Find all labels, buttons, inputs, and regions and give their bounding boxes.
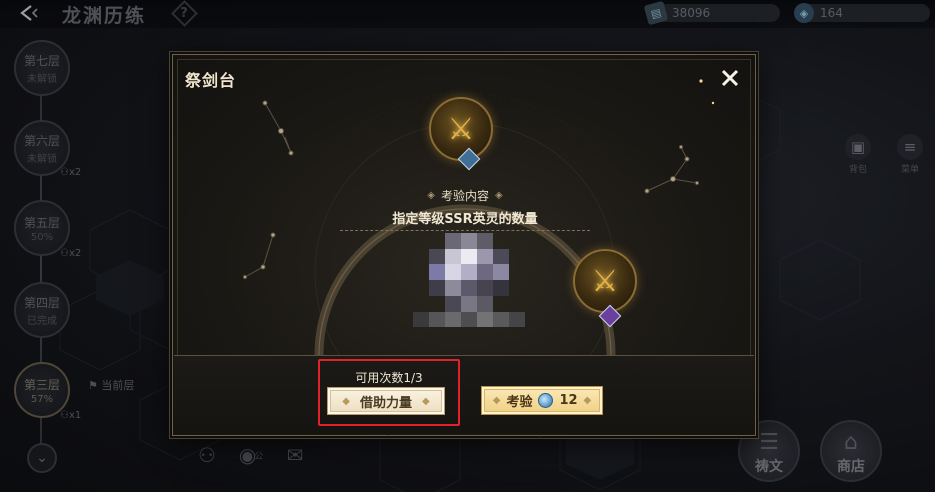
dialog-title: 祭剑台 (185, 71, 237, 90)
dialog-action-bar (174, 356, 754, 434)
sword-emblem-icon: ⚔ (591, 263, 619, 299)
highlight-annotation (318, 359, 460, 426)
exam-button-label: 考验 (506, 395, 533, 410)
exam-description: 指定等级SSR英灵的数量 (392, 212, 538, 227)
exam-cost: 12 (559, 393, 578, 408)
exam-title: 考验内容 (440, 189, 489, 203)
crystal-cost-icon (538, 393, 554, 408)
diamond-deco-icon: ◆ (492, 395, 501, 406)
sword-orb-top[interactable]: ⚔ (429, 97, 493, 161)
start-exam-button[interactable]: ◆ 考验 12 ◆ (481, 386, 603, 415)
diamond-deco-icon: ◈ (495, 190, 503, 201)
close-icon (721, 69, 739, 87)
exam-title-row: ◈ 考验内容 ◈ (427, 187, 502, 204)
exam-info: ◈ 考验内容 ◈ 指定等级SSR英灵的数量 (173, 183, 757, 238)
sword-emblem-icon: ⚔ (447, 111, 475, 147)
censored-hero-image (413, 233, 525, 343)
diamond-deco-icon: ◈ (427, 190, 435, 201)
diamond-deco-icon: ◆ (583, 395, 592, 406)
sword-altar-dialog: 祭剑台 ⚔ ⚔ ◈ 考验内容 ◈ 指定等级SSR英灵的数量 可用次数1/3 ◆ (172, 54, 757, 437)
sword-orb-right[interactable]: ⚔ (573, 249, 637, 313)
close-button[interactable] (717, 65, 743, 91)
